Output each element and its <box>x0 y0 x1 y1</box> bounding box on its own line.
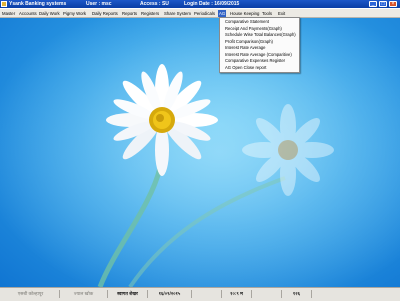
menu-share-system[interactable]: Share System <box>164 11 191 17</box>
menuitem-ag-open-close-report[interactable]: AG Open Close report <box>225 65 266 71</box>
menuitem-profit-comparison-graph[interactable]: Profit Comparison(Graph) <box>225 39 273 45</box>
title-bar: Ysank Banking systems User : msc Access … <box>0 0 400 8</box>
status-cell-7 <box>252 290 282 298</box>
access-label: Access : SU <box>140 1 169 7</box>
menuitem-comparative-expenses-register[interactable]: Comparative Expenses Register <box>225 58 285 64</box>
menu-tools[interactable]: Tools <box>262 11 272 17</box>
status-cell-2: ज्याल खोक <box>60 290 108 298</box>
close-button[interactable]: × <box>389 1 397 7</box>
menuitem-interest-rate-average-comparative[interactable]: Interest Rate Average (Comparitive) <box>225 52 292 58</box>
user-label: User : msc <box>86 1 112 7</box>
menu-reports[interactable]: Reports <box>122 11 137 17</box>
menu-daily-reports[interactable]: Daily Reports <box>92 11 118 17</box>
status-date: १६/०९/२०१५ <box>148 290 192 298</box>
menu-master[interactable]: Master <box>2 11 15 17</box>
menu-registers[interactable]: Registers <box>141 11 159 17</box>
menu-daily-work[interactable]: Daily Work <box>39 11 60 17</box>
status-bar: एसबी कोल्हापूर ज्याल खोक स्वागत शेखर १६/… <box>0 287 400 301</box>
status-count: १२६ <box>282 290 312 298</box>
menu-exit[interactable]: Exit <box>278 11 285 17</box>
app-icon <box>1 1 7 7</box>
menuitem-interest-rate-average[interactable]: Interest Rate Average <box>225 45 265 51</box>
ag-dropdown-menu: Comparative Statement Receipt And Paymen… <box>219 17 300 73</box>
menuitem-schedule-wise-balances-graph[interactable]: Schedule Wise Total Balances(Graph) <box>225 32 296 38</box>
status-time: १०:९ म <box>222 290 252 298</box>
menuitem-receipt-payments-graph[interactable]: Receipt And Payments(Graph) <box>225 26 282 32</box>
menuitem-comparative-statement[interactable]: Comparative Statement <box>225 19 269 25</box>
minimize-button[interactable]: _ <box>369 1 377 7</box>
menu-house-keeping[interactable]: House Keeping <box>230 11 259 17</box>
app-title: Ysank Banking systems <box>9 1 67 7</box>
menu-ag[interactable]: AG <box>218 9 227 17</box>
login-date-label: Login Date : 16/09/2015 <box>184 1 240 7</box>
desktop-wallpaper <box>0 17 400 287</box>
maximize-button[interactable]: □ <box>379 1 387 7</box>
menu-pigmy-work[interactable]: Pigmy Work <box>63 11 86 17</box>
daisy-illustration <box>0 17 400 287</box>
menu-periodicals[interactable]: Periodicals <box>194 11 215 17</box>
menu-accounts[interactable]: Accounts <box>19 11 37 17</box>
status-branch: एसबी कोल्हापूर <box>2 290 60 298</box>
status-cell-5 <box>192 290 222 298</box>
status-welcome: स्वागत शेखर <box>108 290 148 298</box>
